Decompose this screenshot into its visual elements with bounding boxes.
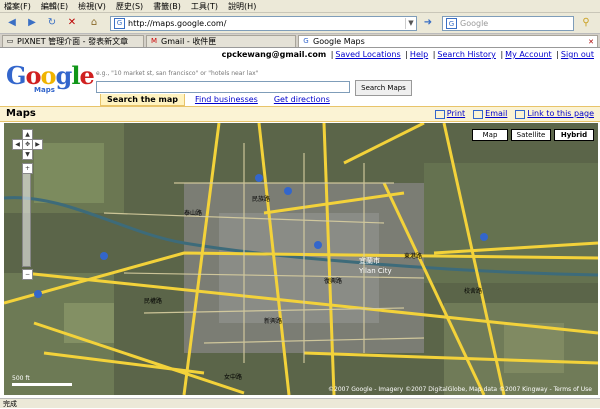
- printer-icon: [434, 109, 445, 119]
- label-taishan-road: 泰山路: [184, 209, 202, 217]
- tab-label: Google Maps: [313, 37, 365, 46]
- zoom-slider[interactable]: [22, 173, 31, 267]
- search-engine-icon[interactable]: G: [446, 18, 457, 29]
- tab-bar: ▭ PIXNET 管理介面 - 發表新文章 M Gmail - 收件匣 G Go…: [0, 34, 600, 48]
- map-scale: 500 ft: [12, 375, 30, 382]
- search-mode-tabs: Search the map Find businesses Get direc…: [100, 94, 340, 106]
- status-bar: 完成: [0, 398, 600, 408]
- google-favicon-icon: G: [114, 18, 125, 29]
- link-to-page-link[interactable]: Link to this page: [515, 107, 594, 121]
- saved-locations-link[interactable]: Saved Locations: [335, 50, 400, 59]
- search-maps-button[interactable]: Search Maps: [355, 80, 412, 96]
- tab-search-the-map[interactable]: Search the map: [100, 94, 185, 106]
- email-link[interactable]: Email: [473, 107, 507, 121]
- tab-get-directions[interactable]: Get directions: [268, 94, 336, 106]
- menu-view[interactable]: 檢視(V): [78, 1, 106, 12]
- tab-gmail[interactable]: M Gmail - 收件匣: [146, 35, 296, 47]
- stop-icon[interactable]: ✕: [64, 15, 80, 30]
- menu-tools[interactable]: 工具(T): [191, 1, 218, 12]
- my-account-link[interactable]: My Account: [505, 50, 551, 59]
- menu-edit[interactable]: 編輯(E): [41, 1, 68, 12]
- pan-down-icon[interactable]: ▼: [22, 149, 33, 160]
- map-copyright: ©2007 Google - Imagery ©2007 DigitalGlob…: [328, 386, 592, 393]
- map-type-hybrid-button[interactable]: Hybrid: [554, 129, 594, 141]
- page-content: cpckewang@gmail.com | Saved Locations | He…: [0, 48, 600, 398]
- maps-search-input[interactable]: [96, 81, 350, 93]
- gmail-icon: M: [150, 37, 158, 45]
- hybrid-map[interactable]: 民族路 東港路 泰山路 民權路 新興路 女中路 復興路 校舍路 宜蘭市 Yila…: [4, 123, 598, 395]
- map-type-map-button[interactable]: Map: [472, 129, 508, 141]
- url-bar[interactable]: G http://maps.google.com/ ▼: [110, 16, 417, 31]
- go-icon[interactable]: ➜: [420, 15, 436, 30]
- tab-label: PIXNET 管理介面 - 發表新文章: [17, 37, 129, 46]
- label-fuxing-road: 復興路: [324, 277, 342, 285]
- google-maps-logo[interactable]: Google Maps: [6, 64, 96, 96]
- map-type-satellite-button[interactable]: Satellite: [511, 129, 551, 141]
- close-tab-icon[interactable]: ✕: [587, 38, 595, 46]
- label-dongkang-road: 東港路: [404, 252, 422, 260]
- search-placeholder: Google: [460, 19, 489, 28]
- menu-bar: 檔案(F) 編輯(E) 檢視(V) 歷史(S) 書籤(B) 工具(T) 說明(H…: [0, 0, 600, 13]
- reload-icon[interactable]: ↻: [44, 15, 60, 30]
- url-text[interactable]: http://maps.google.com/: [128, 19, 405, 28]
- search-hint: e.g., "10 market st, san francisco" or "…: [96, 70, 259, 77]
- print-link[interactable]: Print: [434, 107, 465, 121]
- label-nvzhong-road: 女中路: [224, 373, 242, 381]
- map-actions: Print Email Link to this page: [427, 107, 594, 121]
- forward-icon[interactable]: ▶: [24, 15, 40, 30]
- label-xiaoshe-road: 校舍路: [464, 287, 482, 295]
- user-email: cpckewang@gmail.com: [221, 50, 327, 59]
- search-go-icon[interactable]: ⚲: [578, 15, 594, 30]
- pan-right-icon[interactable]: ▶: [32, 139, 43, 150]
- help-link[interactable]: Help: [410, 50, 428, 59]
- tab-google-maps[interactable]: G Google Maps ✕: [298, 35, 598, 47]
- back-icon[interactable]: ◀: [4, 15, 20, 30]
- label-mintsu-road: 民族路: [252, 195, 270, 203]
- menu-history[interactable]: 歷史(S): [116, 1, 143, 12]
- maps-title-bar: Maps Print Email Link to this page: [0, 106, 600, 122]
- sign-out-link[interactable]: Sign out: [561, 50, 594, 59]
- label-minquan-road: 民權路: [144, 297, 162, 305]
- tab-find-businesses[interactable]: Find businesses: [189, 94, 264, 106]
- tab-pixnet[interactable]: ▭ PIXNET 管理介面 - 發表新文章: [2, 35, 144, 47]
- label-city: 宜蘭市: [359, 256, 380, 265]
- logo-subtitle: Maps: [34, 86, 55, 94]
- tab-label: Gmail - 收件匣: [161, 37, 217, 46]
- menu-help[interactable]: 說明(H): [228, 1, 256, 12]
- maps-title: Maps: [6, 108, 36, 119]
- navigation-toolbar: ◀ ▶ ↻ ✕ ⌂ G http://maps.google.com/ ▼ ➜ …: [0, 13, 600, 34]
- label-xinxing-road: 新興路: [264, 317, 282, 325]
- satellite-imagery: 民族路 東港路 泰山路 民權路 新興路 女中路 復興路 校舍路 宜蘭市 Yila…: [4, 123, 598, 395]
- menu-bookmarks[interactable]: 書籤(B): [153, 1, 181, 12]
- search-bar[interactable]: G Google: [442, 16, 574, 31]
- zoom-out-icon[interactable]: −: [22, 269, 33, 280]
- account-links: cpckewang@gmail.com | Saved Locations | He…: [221, 50, 594, 59]
- chain-link-icon: [515, 109, 526, 119]
- menu-file[interactable]: 檔案(F): [4, 1, 31, 12]
- url-dropdown-icon[interactable]: ▼: [405, 18, 416, 29]
- google-favicon-icon: G: [303, 37, 309, 45]
- page-icon: ▭: [6, 37, 14, 45]
- label-city-en: Yilan City: [358, 267, 392, 275]
- envelope-icon: [473, 109, 484, 119]
- search-history-link[interactable]: Search History: [437, 50, 496, 59]
- home-icon[interactable]: ⌂: [86, 15, 102, 30]
- logo-wordmark: Google: [6, 61, 95, 90]
